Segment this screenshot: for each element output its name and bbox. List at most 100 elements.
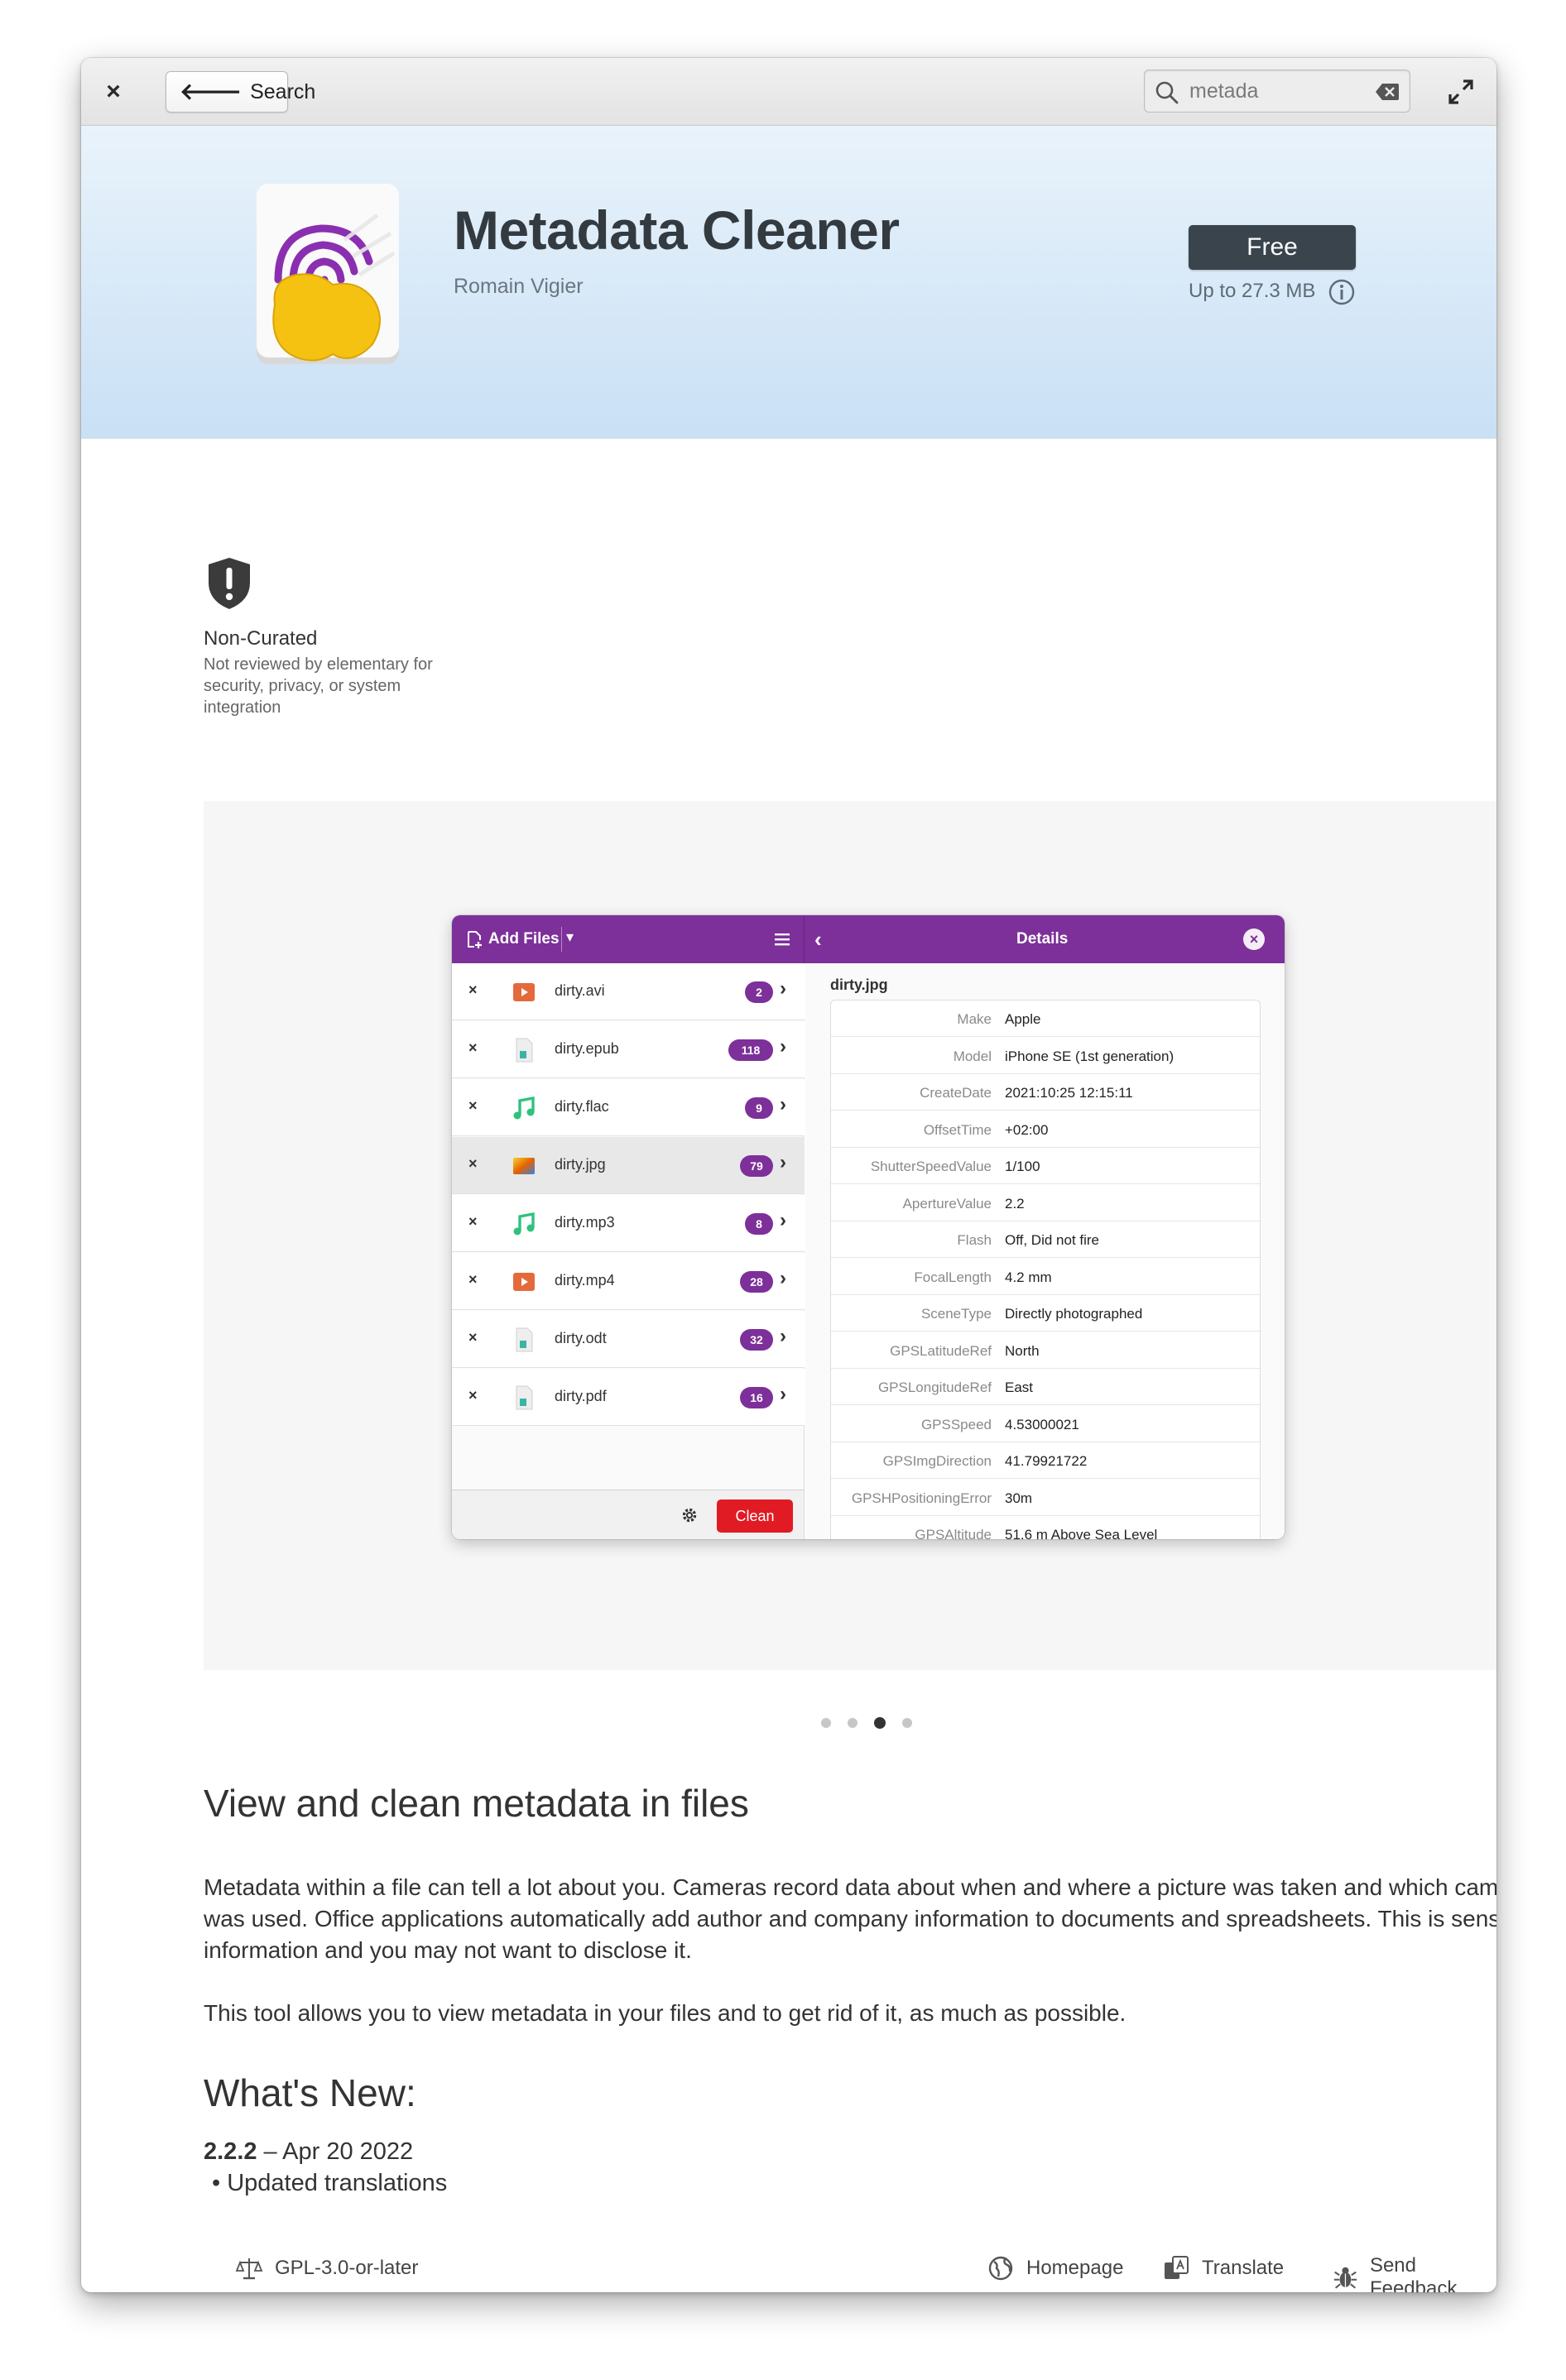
file-row: × dirty.odt 32 ›: [452, 1311, 805, 1368]
close-icon: ×: [1243, 928, 1265, 950]
remove-icon: ×: [468, 1387, 478, 1404]
metadata-row: GPSSpeed 4.53000021: [831, 1406, 1260, 1442]
clean-button: Clean: [717, 1499, 793, 1533]
remove-icon: ×: [468, 1097, 478, 1114]
metadata-key: CreateDate: [920, 1085, 992, 1101]
dropdown-icon: ▾: [566, 928, 574, 945]
metadata-row: GPSAltitude 51.6 m Above Sea Level: [831, 1516, 1260, 1539]
metadata-row: GPSHPositioningError 30m: [831, 1480, 1260, 1516]
add-files-label: Add Files: [488, 930, 560, 948]
info-icon[interactable]: [1328, 278, 1356, 306]
metadata-value: Directly photographed: [1005, 1306, 1143, 1322]
video-file-icon: [510, 1268, 538, 1296]
description-paragraph: This tool allows you to view metadata in…: [204, 2000, 1126, 2026]
release-separator: –: [257, 2138, 283, 2165]
carousel-dot[interactable]: [848, 1718, 857, 1728]
metadata-key: Make: [957, 1011, 992, 1027]
file-row: × dirty.flac 9 ›: [452, 1079, 805, 1136]
search-input[interactable]: [1189, 79, 1355, 103]
metadata-key: GPSAltitude: [915, 1527, 992, 1539]
metadata-count-badge: 32: [740, 1329, 773, 1351]
add-file-icon: [468, 931, 482, 948]
metadata-row: Make Apple: [831, 1000, 1260, 1037]
metadata-key: GPSSpeed: [920, 1416, 992, 1432]
whats-new-title: What's New:: [204, 2071, 416, 2114]
metadata-row: GPSLongitudeRef East: [831, 1369, 1260, 1405]
metadata-row: ShutterSpeedValue 1/100: [831, 1148, 1260, 1184]
metadata-key: Flash: [957, 1232, 992, 1248]
metadata-count-badge: 2: [745, 981, 773, 1003]
chevron-right-icon: ›: [780, 1151, 786, 1173]
chevron-right-icon: ›: [780, 1267, 786, 1289]
metadata-key: SceneType: [920, 1306, 992, 1322]
metadata-value: 2.2: [1005, 1195, 1025, 1212]
scales-icon: [235, 2258, 263, 2280]
file-row: × dirty.epub 118 ›: [452, 1021, 805, 1078]
metadata-count-badge: 9: [745, 1097, 773, 1119]
license-label: GPL-3.0-or-later: [275, 2257, 419, 2279]
license-link[interactable]: GPL-3.0-or-later: [235, 2254, 418, 2282]
release-version: 2.2.2: [204, 2138, 257, 2165]
screenshot-carousel[interactable]: Add Files ▾ ‹ Details × × dirty.avi 2 › × dir…: [204, 801, 1496, 1670]
metadata-row: Flash Off, Did not fire: [831, 1221, 1260, 1258]
details-title: Details: [1016, 930, 1069, 948]
back-button-label: Search: [250, 79, 316, 103]
release-line: 2.2.2 – Apr 20 2022: [204, 2138, 413, 2166]
remove-icon: ×: [468, 1213, 478, 1230]
install-button[interactable]: Free: [1189, 225, 1356, 270]
file-row: × dirty.mp4 28 ›: [452, 1253, 805, 1310]
metadata-value: Off, Did not fire: [1005, 1232, 1100, 1248]
file-name: dirty.jpg: [555, 1156, 606, 1173]
metadata-key: GPSLongitudeRef: [877, 1380, 992, 1395]
carousel-dot[interactable]: [874, 1717, 886, 1729]
chevron-right-icon: ›: [780, 1035, 786, 1058]
remove-icon: ×: [468, 1329, 478, 1346]
close-icon[interactable]: ×: [98, 76, 129, 108]
details-filename: dirty.jpg: [830, 976, 888, 993]
details-pane: dirty.jpg Make Apple Model iPhone SE (1st g…: [805, 963, 1285, 1539]
metadata-value: 41.79921722: [1005, 1453, 1088, 1469]
doc-file-icon: [510, 1384, 538, 1412]
remove-icon: ×: [468, 1039, 478, 1056]
metadata-row: FocalLength 4.2 mm: [831, 1259, 1260, 1295]
divider: [561, 927, 562, 952]
back-button[interactable]: 🡐 Search: [166, 71, 315, 113]
metadata-value: 2021:10:25 12:15:11: [1005, 1085, 1133, 1101]
metadata-count-badge: 118: [728, 1039, 773, 1061]
app-window: × 🡐 Search metada Metadata Cleaner Romai…: [81, 58, 1496, 2292]
metadata-value: Apple: [1005, 1011, 1041, 1027]
chevron-right-icon: ›: [780, 1383, 786, 1405]
metadata-key: GPSImgDirection: [882, 1453, 992, 1469]
metadata-row: Model iPhone SE (1st generation): [831, 1038, 1260, 1074]
description-title: View and clean metadata in files: [204, 1782, 749, 1825]
search-field[interactable]: [1144, 70, 1410, 113]
homepage-link[interactable]: Homepage: [987, 2254, 1123, 2282]
file-name: dirty.mp4: [555, 1272, 615, 1288]
curation-title: Non-Curated: [204, 627, 318, 650]
details-table: Make Apple Model iPhone SE (1st generation)…: [830, 1000, 1261, 1539]
metadata-value: iPhone SE (1st generation): [1005, 1048, 1174, 1064]
chevron-right-icon: ›: [780, 977, 786, 1000]
back-arrow-icon: 🡐: [180, 79, 243, 104]
doc-file-icon: [510, 1326, 538, 1354]
doc-file-icon: [510, 1036, 538, 1064]
chevron-right-icon: ›: [780, 1093, 786, 1116]
metadata-row: OffsetTime +02:00: [831, 1111, 1260, 1148]
metadata-row: SceneType Directly photographed: [831, 1295, 1260, 1332]
app-screenshot: Add Files ▾ ‹ Details × × dirty.avi 2 › × dir…: [452, 915, 1285, 1539]
image-file-icon: [510, 1152, 538, 1180]
feedback-link[interactable]: Send Feedback: [1333, 2254, 1496, 2292]
file-name: dirty.avi: [555, 982, 605, 999]
carousel-dot[interactable]: [902, 1718, 912, 1728]
file-row: × dirty.pdf 16 ›: [452, 1369, 805, 1426]
file-row: × dirty.avi 2 ›: [452, 963, 805, 1020]
release-note: • Updated translations: [212, 2170, 448, 2196]
clear-icon[interactable]: [1375, 82, 1400, 102]
file-row: × dirty.mp3 8 ›: [452, 1195, 805, 1252]
chevron-left-icon: ‹: [814, 927, 822, 952]
remove-icon: ×: [468, 981, 478, 998]
metadata-count-badge: 8: [745, 1213, 773, 1235]
expand-icon[interactable]: [1445, 76, 1477, 108]
carousel-dot[interactable]: [821, 1718, 831, 1728]
translate-link[interactable]: Translate: [1162, 2254, 1284, 2282]
